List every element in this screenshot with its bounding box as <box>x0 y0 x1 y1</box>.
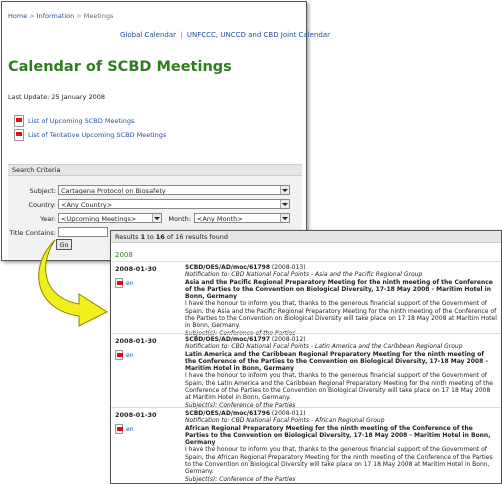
result-body: SCBD/OES/AD/moc/61797 (2008-012) Notific… <box>185 336 497 409</box>
chevron-down-icon <box>152 214 161 222</box>
country-label: Country: <box>28 201 56 209</box>
result-pdf-link[interactable]: en <box>115 350 134 360</box>
pdf-icon <box>115 278 123 288</box>
search-page-panel: Home > Information > Meetings Global Calenda… <box>1 1 330 261</box>
subject-value: Cartagena Protocol on Biosafety <box>61 187 166 195</box>
pdf-icon <box>115 350 123 360</box>
result-body: SCBD/OES/AD/moc/61798 (2008-013) Notific… <box>185 264 497 337</box>
result-pdf-link[interactable]: en <box>115 278 134 288</box>
result-pdf-link[interactable]: en <box>115 424 134 434</box>
chevron-down-icon <box>280 214 289 222</box>
joint-calendar-link[interactable]: UNFCCC, UNCCD and CBD Joint Calendar <box>187 31 330 39</box>
result-number: (2008-012) <box>270 336 306 343</box>
page-title: Calendar of SCBD Meetings <box>8 59 232 75</box>
result-date: 2008-01-30 <box>115 411 157 419</box>
curved-arrow-icon <box>38 239 109 327</box>
subject-label: Subject: <box>29 187 57 195</box>
results-header: Results 1 to 16 of 16 results found <box>111 231 501 243</box>
result-date: 2008-01-30 <box>115 337 157 345</box>
search-criteria-header: Search Criteria <box>8 165 302 176</box>
pdf-icon <box>14 115 24 127</box>
result-body: SCBD/OES/AD/moc/61796 (2008-011) Notific… <box>185 410 497 483</box>
subject-select[interactable]: Cartagena Protocol on Biosafety <box>58 185 290 195</box>
result-subject: Subject(s): Conference of the Parties <box>185 475 296 483</box>
year-heading: 2008 <box>115 251 133 259</box>
result-text: I have the honour to inform you that, th… <box>185 300 497 330</box>
title-contains-label: Title Contains: <box>9 229 56 237</box>
global-calendar-link[interactable]: Global Calendar <box>120 31 176 39</box>
result-item: 2008-01-30 en SCBD/OES/AD/moc/61797 (200… <box>111 333 501 409</box>
results-panel: Results 1 to 16 of 16 results found 2008… <box>110 230 502 484</box>
pdf-icon <box>14 129 24 141</box>
result-notification: Notification to: CBD National Focal Poin… <box>185 271 423 279</box>
result-number: (2008-013) <box>270 264 306 271</box>
last-update: Last Update: 25 January 2008 <box>8 93 105 101</box>
chevron-down-icon <box>280 186 289 194</box>
upcoming-meetings-label: List of Upcoming SCBD Meetings <box>28 117 135 125</box>
year-label: Year: <box>40 215 56 223</box>
result-code[interactable]: SCBD/OES/AD/moc/61797 <box>185 336 270 343</box>
result-title: Asia and the Pacific Regional Preparator… <box>185 278 493 301</box>
country-value: <Any Country> <box>61 201 113 209</box>
result-text: I have the honour to inform you that, th… <box>185 372 493 402</box>
result-title: Latin America and the Caribbean Regional… <box>185 350 488 373</box>
result-notification: Notification to: CBD National Focal Poin… <box>185 417 385 425</box>
results-to-word: to <box>147 233 154 241</box>
result-code[interactable]: SCBD/OES/AD/moc/61796 <box>185 410 270 417</box>
result-text: I have the honour to inform you that, th… <box>185 446 493 476</box>
result-code[interactable]: SCBD/OES/AD/moc/61798 <box>185 264 270 271</box>
breadcrumb: Home > Information > Meetings <box>8 12 114 20</box>
result-lang: en <box>126 425 134 433</box>
upcoming-meetings-link[interactable]: List of Upcoming SCBD Meetings <box>14 115 134 127</box>
tentative-meetings-label: List of Tentative Upcoming SCBD Meetings <box>28 131 167 139</box>
top-links: Global Calendar | UNFCCC, UNCCD and CBD … <box>120 31 330 39</box>
month-label: Month: <box>168 215 191 223</box>
result-notification: Notification to: CBD National Focal Poin… <box>185 343 463 351</box>
result-lang: en <box>126 279 134 287</box>
breadcrumb-meetings: Meetings <box>83 12 114 20</box>
results-count: of 16 results found <box>166 233 229 241</box>
result-title: African Regional Preparatory Meeting for… <box>185 424 491 447</box>
month-value: <Any Month> <box>197 215 243 223</box>
breadcrumb-information[interactable]: Information <box>37 12 75 20</box>
chevron-down-icon <box>280 200 289 208</box>
results-to: 16 <box>155 233 165 241</box>
results-from: 1 <box>140 233 146 241</box>
results-prefix: Results <box>115 233 139 241</box>
link-separator: | <box>180 31 183 39</box>
result-number: (2008-011) <box>270 410 306 417</box>
year-select[interactable]: <Upcoming Meetings> <box>58 213 162 223</box>
month-select[interactable]: <Any Month> <box>194 213 290 223</box>
title-contains-input[interactable] <box>58 227 108 237</box>
breadcrumb-home[interactable]: Home <box>8 12 27 20</box>
year-value: <Upcoming Meetings> <box>61 215 137 223</box>
result-lang: en <box>126 351 134 359</box>
tentative-meetings-link[interactable]: List of Tentative Upcoming SCBD Meetings <box>14 129 166 141</box>
result-item: 2008-01-30 en SCBD/OES/AD/moc/61796 (200… <box>111 407 501 483</box>
pdf-icon <box>115 424 123 434</box>
country-select[interactable]: <Any Country> <box>58 199 290 209</box>
result-date: 2008-01-30 <box>115 265 157 273</box>
